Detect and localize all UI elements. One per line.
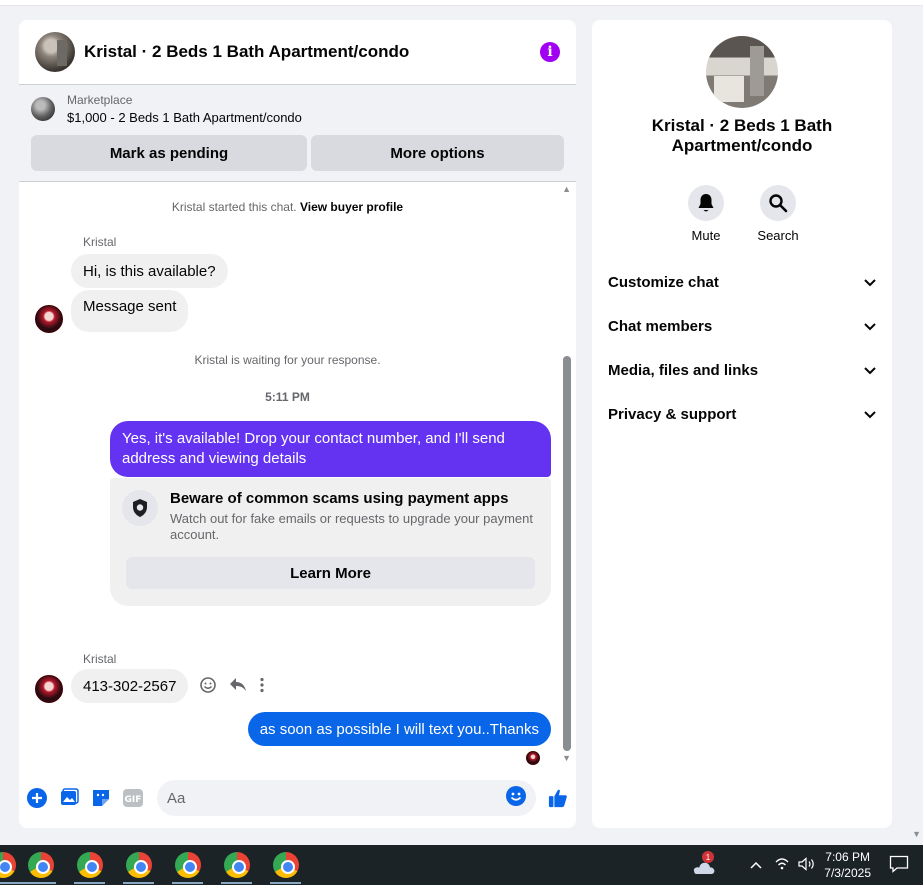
search-icon[interactable] [760, 185, 796, 221]
message-input[interactable] [167, 789, 506, 807]
weather-badge: 1 [702, 851, 714, 863]
taskbar-chrome-window[interactable] [163, 845, 212, 885]
chevron-down-icon [864, 406, 876, 423]
svg-text:GIF: GIF [125, 795, 142, 805]
scam-warning-card: Beware of common scams using payment app… [110, 478, 551, 606]
clock-date: 7/3/2025 [824, 866, 871, 880]
chat-header: Kristal · 2 Beds 1 Bath Apartment/condo … [19, 20, 576, 85]
scroll-up-arrow[interactable]: ▲ [562, 184, 571, 194]
listing-price-title[interactable]: $1,000 - 2 Beds 1 Bath Apartment/condo [67, 110, 302, 125]
warning-body: Watch out for fake emails or requests to… [170, 511, 533, 542]
listing-avatar[interactable] [706, 36, 778, 108]
chevron-down-icon [864, 362, 876, 379]
sender-name: Kristal [83, 235, 117, 249]
incoming-message[interactable]: Hi, is this available? [71, 254, 228, 288]
chat-started-notice: Kristal started this chat. View buyer pr… [171, 200, 404, 214]
windows-taskbar: 1 7:06 PM 7/3/2025 [0, 845, 923, 885]
sticker-icon[interactable] [91, 788, 111, 808]
privacy-support-section[interactable]: Privacy & support [592, 392, 892, 436]
wifi-icon[interactable] [774, 857, 790, 874]
emoji-icon[interactable] [506, 785, 526, 811]
browser-top-edge [0, 0, 923, 6]
sender-avatar[interactable] [35, 675, 63, 703]
chrome-icon [174, 852, 201, 878]
info-sections: Customize chat Chat members Media, files… [592, 260, 892, 436]
taskbar-chrome-window[interactable] [16, 845, 65, 885]
seen-indicator-avatar [526, 751, 540, 765]
incoming-message[interactable]: Message sent [71, 290, 189, 332]
chevron-up-icon[interactable] [750, 858, 762, 872]
gif-icon[interactable]: GIF [123, 788, 143, 808]
mute-action[interactable]: Mute [688, 185, 724, 243]
sender-avatar[interactable] [35, 305, 63, 333]
waiting-notice: Kristal is waiting for your response. [194, 353, 381, 367]
chrome-icon [0, 852, 16, 878]
taskbar-chrome-window[interactable] [114, 845, 163, 885]
page-scroll-down-arrow[interactable]: ▼ [912, 829, 921, 839]
learn-more-button[interactable]: Learn More [126, 557, 535, 589]
view-buyer-profile-link[interactable]: View buyer profile [300, 200, 403, 214]
mark-as-pending-button[interactable]: Mark as pending [31, 135, 307, 171]
chrome-icon [27, 852, 54, 878]
info-panel-title: Kristal · 2 Beds 1 Bath Apartment/condo [651, 116, 833, 155]
bell-icon[interactable] [688, 185, 724, 221]
system-tray: 7:06 PM 7/3/2025 [750, 845, 923, 885]
message-composer: GIF [19, 768, 576, 828]
volume-icon[interactable] [798, 856, 816, 874]
taskbar-chrome-window[interactable] [212, 845, 261, 885]
plus-icon[interactable] [27, 788, 47, 808]
chevron-down-icon [864, 318, 876, 335]
taskbar-chrome-window[interactable] [0, 845, 30, 885]
warning-title: Beware of common scams using payment app… [170, 490, 509, 507]
chevron-down-icon [864, 274, 876, 291]
outgoing-message[interactable]: as soon as possible I will text you..Tha… [247, 712, 551, 746]
shield-icon [122, 490, 158, 526]
outgoing-message[interactable]: Yes, it's available! Drop your contact n… [110, 421, 551, 477]
mute-label: Mute [691, 228, 721, 243]
more-vertical-icon[interactable] [259, 677, 265, 698]
chat-members-section[interactable]: Chat members [592, 304, 892, 348]
chat-scrollbar-thumb[interactable] [563, 356, 571, 751]
clock-time: 7:06 PM [825, 850, 870, 864]
chrome-icon [76, 852, 103, 878]
info-icon[interactable]: i [540, 42, 560, 62]
chrome-icon [125, 852, 152, 878]
notifications-icon[interactable] [889, 855, 909, 876]
more-options-button[interactable]: More options [311, 135, 564, 171]
marketplace-label: Marketplace [67, 93, 133, 107]
taskbar-clock[interactable]: 7:06 PM 7/3/2025 [824, 849, 871, 881]
chrome-icon [223, 852, 250, 878]
listing-thumbnail[interactable] [31, 97, 55, 121]
message-input-box[interactable] [157, 780, 536, 816]
chat-panel: Kristal · 2 Beds 1 Bath Apartment/condo … [19, 20, 576, 828]
chat-info-panel: Kristal · 2 Beds 1 Bath Apartment/condo … [592, 20, 892, 828]
search-action[interactable]: Search [757, 185, 799, 243]
scroll-down-arrow[interactable]: ▼ [562, 753, 571, 763]
message-list: Kristal started this chat. View buyer pr… [19, 184, 576, 769]
react-emoji-icon[interactable] [199, 676, 217, 699]
taskbar-chrome-window[interactable] [65, 845, 114, 885]
chat-avatar[interactable] [35, 32, 75, 72]
message-actions [199, 676, 265, 699]
taskbar-chrome-window[interactable] [261, 845, 310, 885]
chrome-icon [272, 852, 299, 878]
photo-icon[interactable] [59, 788, 79, 808]
thumbs-up-icon[interactable] [548, 788, 568, 808]
weather-cloud-icon[interactable]: 1 [690, 851, 715, 874]
message-timestamp: 5:11 PM [265, 390, 310, 404]
incoming-message[interactable]: 413-302-2567 [71, 669, 189, 703]
media-files-links-section[interactable]: Media, files and links [592, 348, 892, 392]
reply-icon[interactable] [229, 677, 247, 698]
sender-name: Kristal [83, 652, 117, 666]
customize-chat-section[interactable]: Customize chat [592, 260, 892, 304]
chat-title[interactable]: Kristal · 2 Beds 1 Bath Apartment/condo [84, 42, 540, 62]
search-label: Search [757, 228, 799, 243]
marketplace-bar: Marketplace $1,000 - 2 Beds 1 Bath Apart… [19, 85, 576, 182]
